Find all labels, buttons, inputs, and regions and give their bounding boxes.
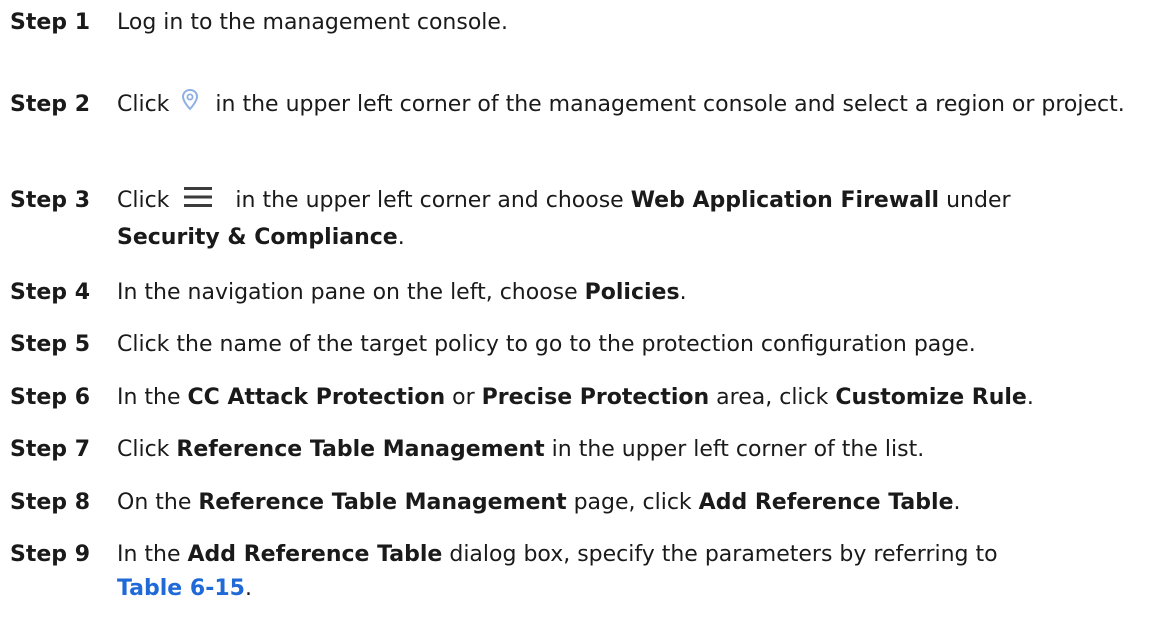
step-text-run: In the bbox=[117, 542, 188, 567]
step-text: Click in the upper left corner and choos… bbox=[117, 184, 1127, 255]
step-text: On the Reference Table Management page, … bbox=[117, 486, 1127, 520]
ui-term: Precise Protection bbox=[481, 385, 710, 410]
step-text-run: . bbox=[953, 490, 961, 515]
step-text-run: . bbox=[1026, 385, 1034, 410]
step-text-run: . bbox=[244, 576, 252, 601]
step-label: Step 9 bbox=[10, 542, 90, 567]
step-5: Step 5 Click the name of the target poli… bbox=[10, 328, 1127, 362]
step-2: Step 2 Click in the upper left corner of… bbox=[10, 88, 1127, 125]
procedure-document: Step 1 Log in to the management console.… bbox=[0, 0, 1156, 630]
step-text-run: Click bbox=[117, 188, 170, 213]
step-text-run: On the bbox=[117, 490, 199, 515]
step-8: Step 8 On the Reference Table Management… bbox=[10, 486, 1127, 520]
ui-term: Add Reference Table bbox=[187, 542, 443, 567]
step-3: Step 3 Click in the upper left corner an… bbox=[10, 184, 1127, 255]
step-label: Step 4 bbox=[10, 280, 90, 305]
ui-term: Web Application Firewall bbox=[630, 188, 940, 213]
ui-term: Policies bbox=[584, 280, 680, 305]
step-text: Click the name of the target policy to g… bbox=[117, 328, 1127, 362]
ui-term: CC Attack Protection bbox=[187, 385, 446, 410]
step-text-run: In the navigation pane on the left, choo… bbox=[117, 280, 585, 305]
ui-term: Reference Table Management bbox=[176, 437, 545, 462]
step-text-run: dialog box, specify the parameters by re… bbox=[442, 542, 998, 567]
step-label: Step 5 bbox=[10, 332, 90, 357]
step-text-run: in the upper left corner and choose bbox=[235, 188, 631, 213]
step-text: Log in to the management console. bbox=[117, 6, 1127, 40]
step-label: Step 3 bbox=[10, 188, 90, 213]
step-7: Step 7 Click Reference Table Management … bbox=[10, 433, 1127, 467]
step-text: Click Reference Table Management in the … bbox=[117, 433, 1127, 467]
step-label: Step 1 bbox=[10, 10, 90, 35]
step-text-run: Log in to the management console. bbox=[117, 10, 508, 35]
step-text-run: in the upper left corner of the list. bbox=[544, 437, 925, 462]
table-reference-link[interactable]: Table 6-15 bbox=[117, 576, 245, 601]
step-label: Step 7 bbox=[10, 437, 90, 462]
step-text-run: area, click bbox=[709, 385, 836, 410]
step-1: Step 1 Log in to the management console. bbox=[10, 6, 1127, 40]
step-9: Step 9 In the Add Reference Table dialog… bbox=[10, 538, 1127, 606]
step-text-run: under bbox=[939, 188, 1011, 213]
step-text: In the Add Reference Table dialog box, s… bbox=[117, 538, 1127, 606]
step-label: Step 8 bbox=[10, 490, 90, 515]
step-text-run: in the upper left corner of the manageme… bbox=[215, 92, 1125, 117]
step-text-run: . bbox=[397, 225, 405, 250]
step-text: Click in the upper left corner of the ma… bbox=[117, 88, 1127, 125]
location-pin-icon bbox=[175, 88, 205, 125]
step-4: Step 4 In the navigation pane on the lef… bbox=[10, 276, 1127, 310]
step-text-run: Click bbox=[117, 92, 170, 117]
step-text-run: Click bbox=[117, 437, 177, 462]
ui-term: Customize Rule bbox=[835, 385, 1027, 410]
step-label: Step 6 bbox=[10, 385, 90, 410]
step-text: In the navigation pane on the left, choo… bbox=[117, 276, 1127, 310]
menu-icon bbox=[175, 186, 225, 221]
step-text-run: page, click bbox=[566, 490, 699, 515]
step-text-run: or bbox=[445, 385, 482, 410]
step-text: In the CC Attack Protection or Precise P… bbox=[117, 381, 1127, 415]
ui-term: Reference Table Management bbox=[198, 490, 567, 515]
step-text-run: Click the name of the target policy to g… bbox=[117, 332, 976, 357]
step-text-run: In the bbox=[117, 385, 188, 410]
ui-term: Security & Compliance bbox=[117, 225, 398, 250]
step-6: Step 6 In the CC Attack Protection or Pr… bbox=[10, 381, 1127, 415]
step-label: Step 2 bbox=[10, 92, 90, 117]
ui-term: Add Reference Table bbox=[698, 490, 954, 515]
step-text-run: . bbox=[679, 280, 687, 305]
